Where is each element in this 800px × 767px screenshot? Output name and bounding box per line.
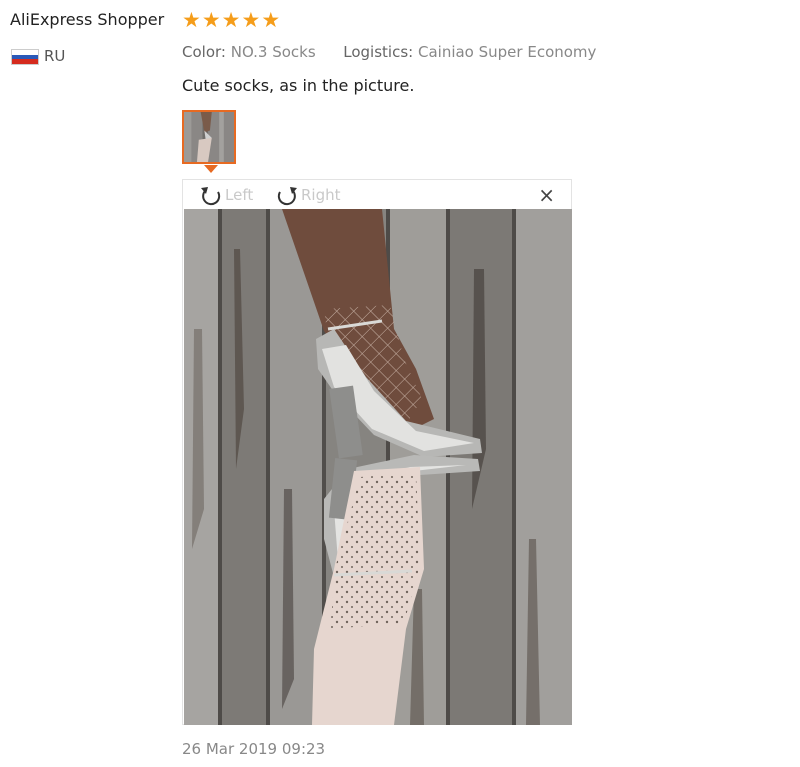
russia-flag-icon (11, 49, 39, 65)
order-attributes: Color: NO.3 Socks Logistics: Cainiao Sup… (182, 43, 596, 61)
star-rating: ★ ★ ★ ★ ★ (182, 9, 280, 31)
star-icon: ★ (201, 8, 221, 32)
reviewer-name: AliExpress Shopper (10, 10, 165, 29)
logistics-attribute-label: Logistics: (343, 43, 414, 61)
rotate-right-icon (277, 187, 297, 206)
review-photo-thumbnail[interactable] (182, 110, 236, 164)
rotate-right-button[interactable]: Right (275, 183, 341, 207)
rotate-left-icon (201, 187, 221, 206)
flag-stripe-red (12, 59, 38, 65)
rotate-left-button[interactable]: Left (199, 183, 253, 207)
rotate-left-label: Left (225, 186, 254, 204)
photo-viewer: Left Right × (182, 179, 572, 725)
thumbnail-selected-caret (204, 165, 218, 173)
rotate-right-label: Right (301, 186, 341, 204)
review-text: Cute socks, as in the picture. (182, 76, 415, 95)
color-attribute-label: Color: (182, 43, 226, 61)
star-icon: ★ (221, 8, 241, 32)
review-date: 26 Mar 2019 09:23 (182, 740, 326, 758)
close-viewer-button[interactable]: × (538, 185, 555, 205)
thumbnail-image (184, 112, 234, 162)
review-photo (184, 209, 572, 725)
star-icon: ★ (241, 8, 261, 32)
reviewer-country: RU (44, 47, 66, 65)
viewer-toolbar: Left Right × (183, 180, 571, 209)
review-photo-image (184, 209, 572, 725)
color-attribute-value: NO.3 Socks (230, 43, 316, 61)
logistics-attribute-value: Cainiao Super Economy (417, 43, 597, 61)
star-icon: ★ (182, 8, 201, 32)
star-icon: ★ (261, 8, 281, 32)
